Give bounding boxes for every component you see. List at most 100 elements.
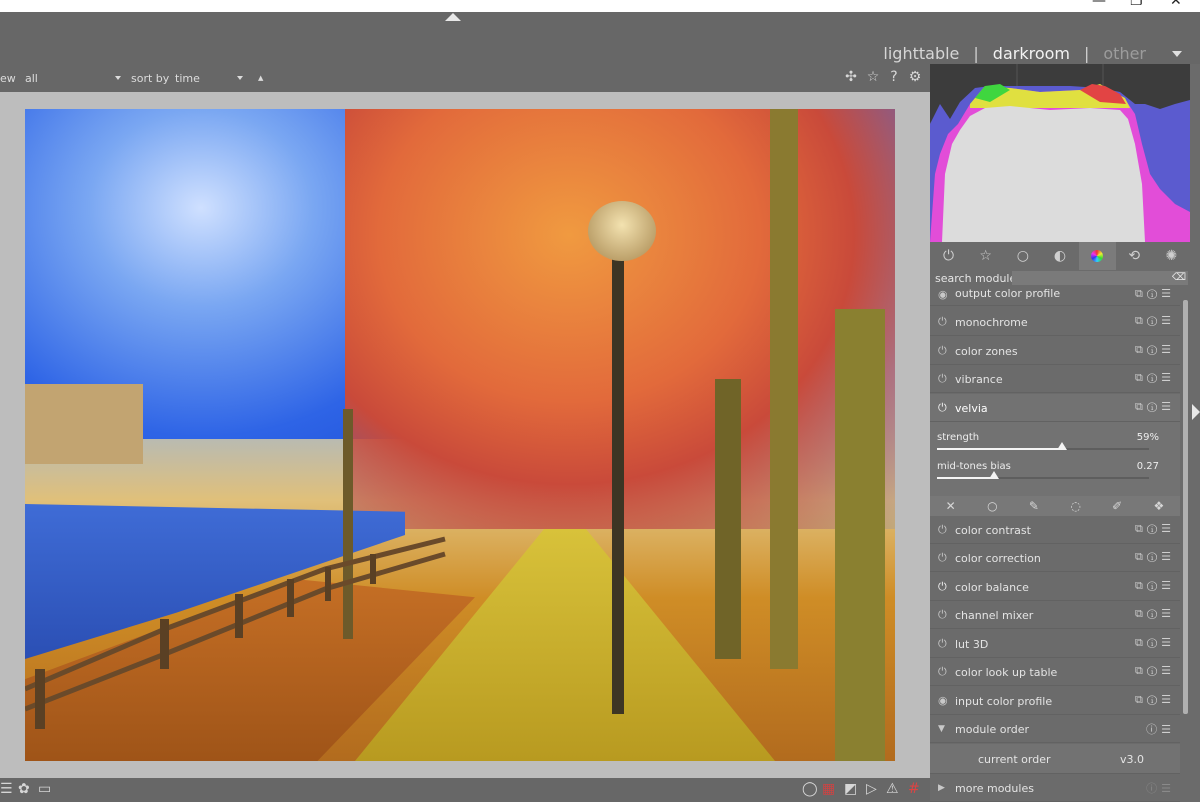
midtones-value: 0.27 bbox=[1136, 461, 1159, 472]
module-power-icon[interactable]: ⏻ bbox=[938, 344, 947, 358]
styles-icon[interactable]: ✣ bbox=[843, 69, 859, 85]
module-actions-icons[interactable]: ⧉ⓘ☰ bbox=[1135, 522, 1175, 536]
module-name: channel mixer bbox=[955, 609, 1034, 622]
module-power-icon[interactable]: ⏻ bbox=[938, 665, 947, 679]
module-groups-bar: ⏻ ☆ ○ ◐ ⟲ ✺ bbox=[930, 242, 1190, 270]
module-actions-icons[interactable]: ⧉ⓘ☰ bbox=[1135, 371, 1175, 385]
group-active-icon[interactable]: ⏻ bbox=[930, 242, 967, 270]
gear-icon[interactable]: ⚙ bbox=[907, 69, 923, 85]
module-velvia[interactable]: ⏻ velvia ⧉ⓘ☰ bbox=[930, 394, 1180, 422]
module-list-scrollbar[interactable] bbox=[1183, 300, 1188, 714]
clear-search-icon[interactable]: ⌫ bbox=[1172, 272, 1186, 283]
edited-photo[interactable] bbox=[25, 109, 895, 761]
module-power-icon[interactable]: ⏻ bbox=[938, 637, 947, 651]
histogram[interactable] bbox=[930, 64, 1190, 242]
overexposed-icon[interactable]: ◩ bbox=[844, 781, 857, 797]
menu-icon[interactable]: ☰ bbox=[0, 781, 13, 797]
view-other[interactable]: other bbox=[1103, 44, 1146, 63]
module-lut-3d[interactable]: ⏻ lut 3D ⧉ⓘ☰ bbox=[930, 630, 1180, 658]
group-effect-icon[interactable]: ✺ bbox=[1153, 242, 1190, 270]
module-power-icon[interactable]: ⏻ bbox=[938, 551, 947, 565]
module-power-icon[interactable]: ◉ bbox=[938, 694, 948, 707]
group-base-icon[interactable]: ○ bbox=[1004, 242, 1041, 270]
module-color-look-up-table[interactable]: ⏻ color look up table ⧉ⓘ☰ bbox=[930, 658, 1180, 686]
module-input-color-profile[interactable]: ◉ input color profile ⧉ⓘ☰ bbox=[930, 687, 1180, 715]
sort-by-value[interactable]: time bbox=[175, 72, 200, 85]
midtones-knob[interactable] bbox=[989, 471, 1000, 479]
view-lighttable[interactable]: lighttable bbox=[883, 44, 959, 63]
blend-drawn-parametric-icon[interactable]: ✐ bbox=[1112, 499, 1122, 513]
views-dropdown-icon[interactable] bbox=[1172, 50, 1182, 57]
module-name: vibrance bbox=[955, 373, 1003, 386]
minimize-button[interactable]: — bbox=[1092, 0, 1106, 8]
photo-lamp bbox=[588, 201, 656, 261]
close-button[interactable]: ✕ bbox=[1170, 0, 1182, 8]
module-vibrance[interactable]: ⏻ vibrance ⧉ⓘ☰ bbox=[930, 365, 1180, 393]
module-color-zones[interactable]: ⏻ color zones ⧉ⓘ☰ bbox=[930, 337, 1180, 365]
sort-dropdown-icon[interactable] bbox=[237, 76, 243, 80]
blend-drawn-icon[interactable]: ✎ bbox=[1029, 499, 1039, 513]
module-power-icon[interactable]: ⏻ bbox=[938, 401, 947, 415]
module-actions-icons[interactable]: ⓘ☰ bbox=[1146, 780, 1175, 796]
expander-right-icon[interactable]: ▶ bbox=[938, 783, 945, 793]
module-power-icon[interactable]: ⏻ bbox=[938, 523, 947, 537]
module-actions-icons[interactable]: ⧉ⓘ☰ bbox=[1135, 607, 1175, 621]
module-power-icon[interactable]: ⏻ bbox=[938, 315, 947, 329]
expander-down-icon[interactable]: ▼ bbox=[938, 724, 945, 734]
presets-icon[interactable]: ✿ bbox=[18, 781, 30, 797]
module-actions-icons[interactable]: ⧉ⓘ☰ bbox=[1135, 693, 1175, 707]
softproof-icon[interactable]: ▷ bbox=[866, 781, 877, 797]
module-actions-icons[interactable]: ⧉ⓘ☰ bbox=[1135, 400, 1175, 414]
module-power-icon[interactable]: ⏻ bbox=[938, 608, 947, 622]
module-color-balance[interactable]: ⏻ color balance ⧉ⓘ☰ bbox=[930, 573, 1180, 601]
module-actions-icons[interactable]: ⧉ⓘ☰ bbox=[1135, 287, 1175, 301]
module-actions-icons[interactable]: ⓘ☰ bbox=[1146, 721, 1175, 737]
view-darkroom[interactable]: darkroom bbox=[993, 44, 1070, 63]
module-power-icon[interactable]: ⏻ bbox=[938, 372, 947, 386]
module-name: module order bbox=[955, 723, 1030, 736]
module-channel-mixer[interactable]: ⏻ channel mixer ⧉ⓘ☰ bbox=[930, 601, 1180, 629]
display-icon[interactable]: ▭ bbox=[38, 781, 51, 797]
group-favorites-icon[interactable]: ☆ bbox=[967, 242, 1004, 270]
bulb-icon[interactable]: ◯ bbox=[802, 781, 818, 797]
blend-off-icon[interactable]: ✕ bbox=[946, 499, 956, 513]
color-assessment-icon[interactable]: ▦ bbox=[822, 781, 835, 797]
restore-button[interactable]: ❐ bbox=[1130, 0, 1143, 8]
top-header: lighttable | darkroom | other bbox=[0, 12, 1200, 64]
help-icon[interactable]: ? bbox=[886, 69, 902, 85]
group-color-icon[interactable] bbox=[1078, 242, 1116, 270]
module-actions-icons[interactable]: ⧉ⓘ☰ bbox=[1135, 664, 1175, 678]
strength-track[interactable] bbox=[937, 442, 1149, 450]
sort-direction-icon[interactable]: ▲ bbox=[258, 74, 263, 82]
module-power-icon[interactable]: ⏻ bbox=[938, 580, 947, 594]
module-actions-icons[interactable]: ⧉ⓘ☰ bbox=[1135, 343, 1175, 357]
midtones-track[interactable] bbox=[937, 471, 1149, 479]
view-filter-dropdown-icon[interactable] bbox=[115, 76, 121, 80]
collapse-right-panel-icon[interactable] bbox=[1192, 404, 1200, 420]
collapse-top-panel-icon[interactable] bbox=[445, 13, 461, 21]
blend-uniform-icon[interactable]: ○ bbox=[987, 499, 997, 513]
group-correct-icon[interactable]: ⟲ bbox=[1116, 242, 1153, 270]
group-tone-icon[interactable]: ◐ bbox=[1041, 242, 1078, 270]
guides-icon[interactable]: # bbox=[908, 781, 920, 797]
module-actions-icons[interactable]: ⧉ⓘ☰ bbox=[1135, 636, 1175, 650]
more-modules-header[interactable]: ▶ more modules ⓘ☰ bbox=[930, 774, 1180, 802]
search-module-input[interactable] bbox=[1012, 271, 1188, 285]
module-actions-icons[interactable]: ⧉ⓘ☰ bbox=[1135, 314, 1175, 328]
strength-knob[interactable] bbox=[1057, 442, 1068, 450]
view-filter-value[interactable]: all bbox=[25, 72, 38, 85]
module-color-contrast[interactable]: ⏻ color contrast ⧉ⓘ☰ bbox=[930, 516, 1180, 544]
midtones-fill bbox=[937, 477, 995, 479]
module-power-icon[interactable]: ◉ bbox=[938, 288, 948, 301]
module-actions-icons[interactable]: ⧉ⓘ☰ bbox=[1135, 579, 1175, 593]
blend-raster-icon[interactable]: ❖ bbox=[1154, 499, 1165, 513]
module-output-color-profile[interactable]: ◉ output color profile ⧉ⓘ☰ bbox=[930, 286, 1180, 306]
module-actions-icons[interactable]: ⧉ⓘ☰ bbox=[1135, 550, 1175, 564]
favorite-star-icon[interactable]: ☆ bbox=[865, 69, 881, 85]
module-order-header[interactable]: ▼ module order ⓘ☰ bbox=[930, 715, 1180, 743]
blend-parametric-icon[interactable]: ◌ bbox=[1070, 499, 1080, 513]
module-color-correction[interactable]: ⏻ color correction ⧉ⓘ☰ bbox=[930, 544, 1180, 572]
module-monochrome[interactable]: ⏻ monochrome ⧉ⓘ☰ bbox=[930, 308, 1180, 336]
gamut-warning-icon[interactable]: ⚠ bbox=[886, 781, 899, 797]
search-module-label: search module bbox=[935, 272, 1017, 285]
